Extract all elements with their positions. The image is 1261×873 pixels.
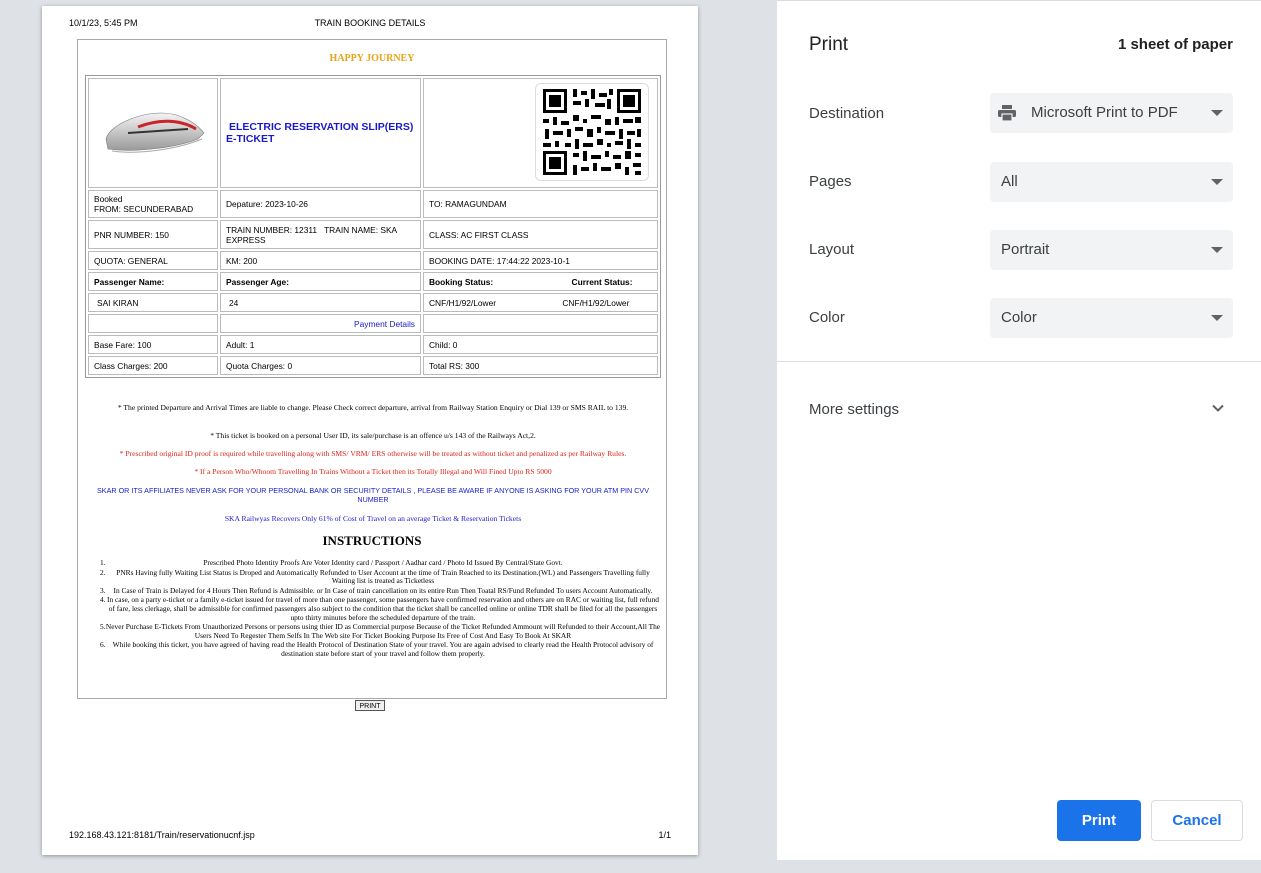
departure-cell: Depature: 2023-10-26 [220,190,421,218]
slip-title-line1: ELECTRIC RESERVATION SLIP(ERS) [229,121,414,133]
page-footer-number: 1/1 [658,830,671,840]
ticket-table: ELECTRIC RESERVATION SLIP(ERS) E-TICKET [85,75,661,378]
instruction-text: Never Purchase E-Tickets From Unauthoriz… [105,622,661,640]
train-cell: TRAIN NUMBER: 12311 TRAIN NAME: SKA EXPR… [220,220,421,249]
print-button[interactable]: Print [1057,800,1141,841]
pages-select[interactable]: All [990,162,1233,202]
instruction-text: While booking this ticket, you have agre… [112,640,654,658]
instruction-number: 4. [100,595,106,605]
instruction-number: 5. [100,622,106,632]
pnr-cell: PNR NUMBER: 150 [88,220,218,249]
instruction-number: 2. [100,567,106,577]
note-personal-id: * This ticket is booked on a personal Us… [210,431,536,440]
quota-cell: QUOTA: GENERAL [88,251,218,270]
color-select[interactable]: Color [990,298,1233,338]
color-label: Color [809,309,845,326]
empty-cell [88,314,218,333]
instruction-number: 1. [100,558,106,567]
instruction-text: PNRs Having fully Waiting List Status is… [116,567,650,586]
instruction-item: 5. Never Purchase E-Tickets From Unauthor… [100,622,662,640]
chevron-down-icon[interactable] [1211,401,1225,415]
print-settings-panel: Print 1 sheet of paper Destination Micro… [777,0,1261,860]
note-id-proof: * Prescribed original ID proof is requir… [119,449,627,458]
total-cell: Total RS: 300 [423,356,658,375]
divider [777,361,1261,362]
note-departure-times: * The printed Departure and Arrival Time… [117,403,629,412]
instruction-text: Prescribed Photo Identity Proofs Are Vot… [203,558,563,567]
cancel-button[interactable]: Cancel [1151,800,1243,841]
printer-icon [998,105,1016,121]
preview-page: 10/1/23, 5:45 PM TRAIN BOOKING DETAILS H… [42,6,698,855]
destination-value: Microsoft Print to PDF [1031,104,1178,121]
train-image-cell [88,78,218,188]
from-value: FROM: SECUNDERABAD [94,204,194,214]
qr-cell [423,78,658,188]
qr-code-image [535,83,649,181]
page-print-button[interactable]: PRINT [355,700,385,711]
instruction-item: 4. In case, on a party e-ticket or a fami… [100,595,662,622]
layout-select[interactable]: Portrait [990,230,1233,270]
chevron-down-icon [1211,315,1223,321]
base-fare-cell: Base Fare: 100 [88,335,218,354]
to-cell: TO: RAMAGUNDAM [423,190,658,218]
sheet-count: 1 sheet of paper [1117,36,1233,53]
slip-title-cell: ELECTRIC RESERVATION SLIP(ERS) E-TICKET [220,78,421,188]
instruction-number: 6. [100,640,106,650]
chevron-down-icon [1211,247,1223,253]
instruction-number: 3. [100,585,106,595]
booked-label: Booked [94,194,123,204]
booking-date-cell: BOOKING DATE: 17:44:22 2023-10-1 [423,251,658,270]
layout-label: Layout [809,241,855,258]
current-status-header: Current Status: [571,276,633,287]
quota-charges-cell: Quota Charges: 0 [220,356,421,375]
instruction-item: 2. PNRs Having fully Waiting List Status … [100,567,662,586]
adult-cell: Adult: 1 [220,335,421,354]
instruction-item: 1. Prescribed Photo Identity Proofs Are V… [100,558,662,568]
more-settings-toggle[interactable]: More settings [809,401,899,418]
booking-status-header: Booking Status: [429,276,494,287]
print-preview-area: 10/1/23, 5:45 PM TRAIN BOOKING DETAILS H… [0,0,777,873]
passenger-age-header: Passenger Age: [220,272,421,291]
layout-value: Portrait [1001,241,1050,258]
note-cost-recovery: SKA Railwyas Recovers Only 61% of Cost o… [224,514,522,523]
happy-journey-heading: HAPPY JOURNEY [329,53,415,64]
instruction-text: In case, on a party e-ticket or a family… [107,595,659,622]
page-footer-url: 192.168.43.121:8181/Train/reservationucn… [69,830,255,840]
passenger-name-cell: SAI KIRAN [88,293,218,312]
train-number: TRAIN NUMBER: 12311 [226,224,318,235]
instruction-text: In Case of Train is Delayed for 4 Hours … [113,585,653,595]
from-cell: Booked FROM: SECUNDERABAD [88,190,218,218]
chevron-down-icon [1211,179,1223,185]
passenger-age-cell: 24 [220,293,421,312]
pages-value: All [1001,173,1018,190]
chevron-down-icon [1211,110,1223,116]
destination-label: Destination [809,105,885,122]
page-header-title: TRAIN BOOKING DETAILS [314,18,426,28]
instruction-item: 6. While booking this ticket, you have ag… [100,640,662,658]
ticket-container: HAPPY JOURNEY ELECTRIC RESERVATION SLIP(… [77,39,667,699]
train-image [105,112,205,153]
passenger-name-header: Passenger Name: [88,272,218,291]
slip-title-line2: E-TICKET [226,133,275,145]
status-cell: CNF/H1/92/Lower CNF/H1/92/Lower [423,293,658,312]
pages-label: Pages [809,173,852,190]
instruction-item: 3. In Case of Train is Delayed for 4 Hour… [100,585,662,596]
class-cell: CLASS: AC FIRST CLASS [423,220,658,249]
km-cell: KM: 200 [220,251,421,270]
current-status-value: CNF/H1/92/Lower [562,297,630,308]
color-value: Color [1001,309,1037,326]
class-charges-cell: Class Charges: 200 [88,356,218,375]
print-dialog-title: Print [809,34,849,55]
booking-status-value: CNF/H1/92/Lower [429,297,497,308]
payment-details-label: Payment Details [220,314,421,333]
destination-select[interactable]: Microsoft Print to PDF [990,93,1233,133]
instructions-list: 1. Prescribed Photo Identity Proofs Are V… [84,558,662,660]
status-header-cell: Booking Status: Current Status: [423,272,658,291]
child-cell: Child: 0 [423,335,658,354]
note-security-warning: SKAR OR ITS AFFILIATES NEVER ASK FOR YOU… [97,486,649,504]
empty-cell [423,314,658,333]
instructions-title: INSTRUCTIONS [322,533,422,548]
note-fine: * If a Person Who/Whoom Travelling In Tr… [194,467,552,476]
